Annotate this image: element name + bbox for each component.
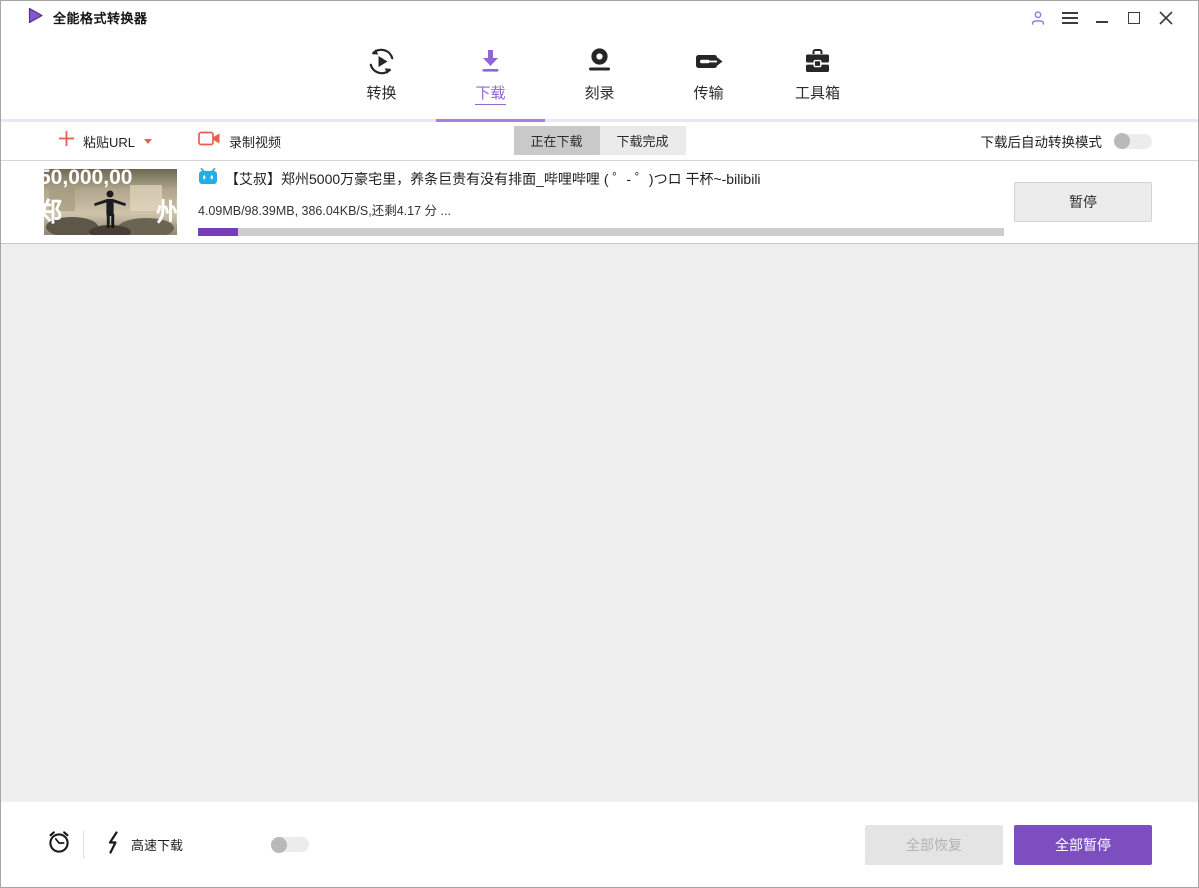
tab-download-finished[interactable]: 下载完成	[599, 126, 686, 155]
footer-divider	[83, 831, 84, 858]
tab-download-label: 下载	[475, 82, 506, 105]
download-info: 【艾叔】郑州5000万豪宅里，养条巨贵有没有排面_哔哩哔哩 ( ゜- ゜)つロ …	[198, 167, 1014, 236]
download-filter-tabs: 正在下载 下载完成	[513, 126, 686, 155]
app-logo-play-icon	[27, 7, 44, 29]
minimize-button[interactable]	[1090, 6, 1114, 30]
video-thumbnail: 50,000,00 郑 州	[44, 169, 177, 235]
burn-icon	[584, 45, 615, 77]
transfer-icon	[693, 45, 724, 77]
plus-icon	[58, 130, 75, 152]
chevron-down-icon[interactable]	[144, 138, 153, 144]
video-camera-icon	[198, 130, 221, 152]
menu-icon[interactable]	[1058, 6, 1082, 30]
bilibili-icon	[198, 167, 218, 190]
auto-convert-group: 下载后自动转换模式	[980, 131, 1152, 151]
titlebar: 全能格式转换器	[1, 1, 1198, 34]
schedule-clock-icon[interactable]	[46, 829, 72, 860]
high-speed-download-label: 高速下载	[131, 838, 184, 853]
download-item-row[interactable]: 50,000,00 郑 州 【艾叔】郑州5000万豪宅里，养条巨贵有没有排面_哔…	[1, 160, 1198, 244]
main-nav: 转换 下载 刻录 传输 工具箱	[1, 34, 1198, 122]
thumbnail-left-char: 郑	[44, 197, 62, 227]
thumbnail-right-char: 州	[156, 197, 177, 227]
tab-download[interactable]: 下载	[436, 34, 545, 122]
pause-all-button[interactable]: 全部暂停	[1014, 824, 1152, 865]
pause-button[interactable]: 暂停	[1014, 182, 1152, 222]
paste-url-label: 粘贴URL	[83, 134, 136, 150]
download-icon	[475, 45, 506, 77]
toolbar: 粘贴URL 录制视频 正在下载 下载完成 下载后自动转换模式	[1, 122, 1198, 160]
high-speed-toggle[interactable]	[271, 836, 310, 853]
auto-convert-toggle[interactable]	[1114, 133, 1152, 149]
active-tab-indicator	[436, 119, 545, 122]
record-video-button[interactable]: 录制视频	[198, 130, 281, 152]
tab-downloading[interactable]: 正在下载	[513, 126, 600, 155]
download-title: 【艾叔】郑州5000万豪宅里，养条巨贵有没有排面_哔哩哔哩 ( ゜- ゜)つロ …	[225, 171, 761, 187]
footer-bar: 高速下载 全部恢复 全部暂停	[1, 802, 1198, 887]
auto-convert-label: 下载后自动转换模式	[980, 135, 1103, 150]
record-video-label: 录制视频	[229, 134, 282, 150]
resume-all-button[interactable]: 全部恢复	[865, 824, 1003, 865]
tab-toolbox-label: 工具箱	[794, 85, 840, 102]
tab-transfer[interactable]: 传输	[654, 34, 763, 122]
progress-bar	[198, 228, 1004, 236]
tab-convert[interactable]: 转换	[327, 34, 436, 122]
account-icon[interactable]	[1026, 6, 1050, 30]
tab-burn[interactable]: 刻录	[545, 34, 654, 122]
tab-convert-label: 转换	[366, 85, 397, 102]
lightning-icon	[106, 830, 121, 859]
app-window: 全能格式转换器 转换 下载 刻录 传输 工具箱 粘贴URL 录制视频 正在下载 …	[0, 0, 1199, 888]
progress-bar-fill	[198, 228, 239, 236]
convert-icon	[366, 45, 397, 77]
footer-actions: 全部恢复 全部暂停	[865, 824, 1152, 865]
app-title: 全能格式转换器	[53, 11, 148, 26]
tab-transfer-label: 传输	[693, 85, 724, 102]
paste-url-button[interactable]: 粘贴URL	[58, 130, 153, 152]
titlebar-controls	[1018, 6, 1178, 30]
tab-burn-label: 刻录	[584, 85, 615, 102]
download-list-empty-area	[1, 244, 1198, 802]
thumbnail-headline-text: 50,000,00	[44, 169, 132, 189]
toolbox-icon	[802, 45, 833, 77]
tab-toolbox[interactable]: 工具箱	[763, 34, 872, 122]
download-progress-text: 4.09MB/98.39MB, 386.04KB/S,还剩4.17 分 ...	[198, 204, 451, 218]
close-button[interactable]	[1154, 6, 1178, 30]
maximize-button[interactable]	[1122, 6, 1146, 30]
